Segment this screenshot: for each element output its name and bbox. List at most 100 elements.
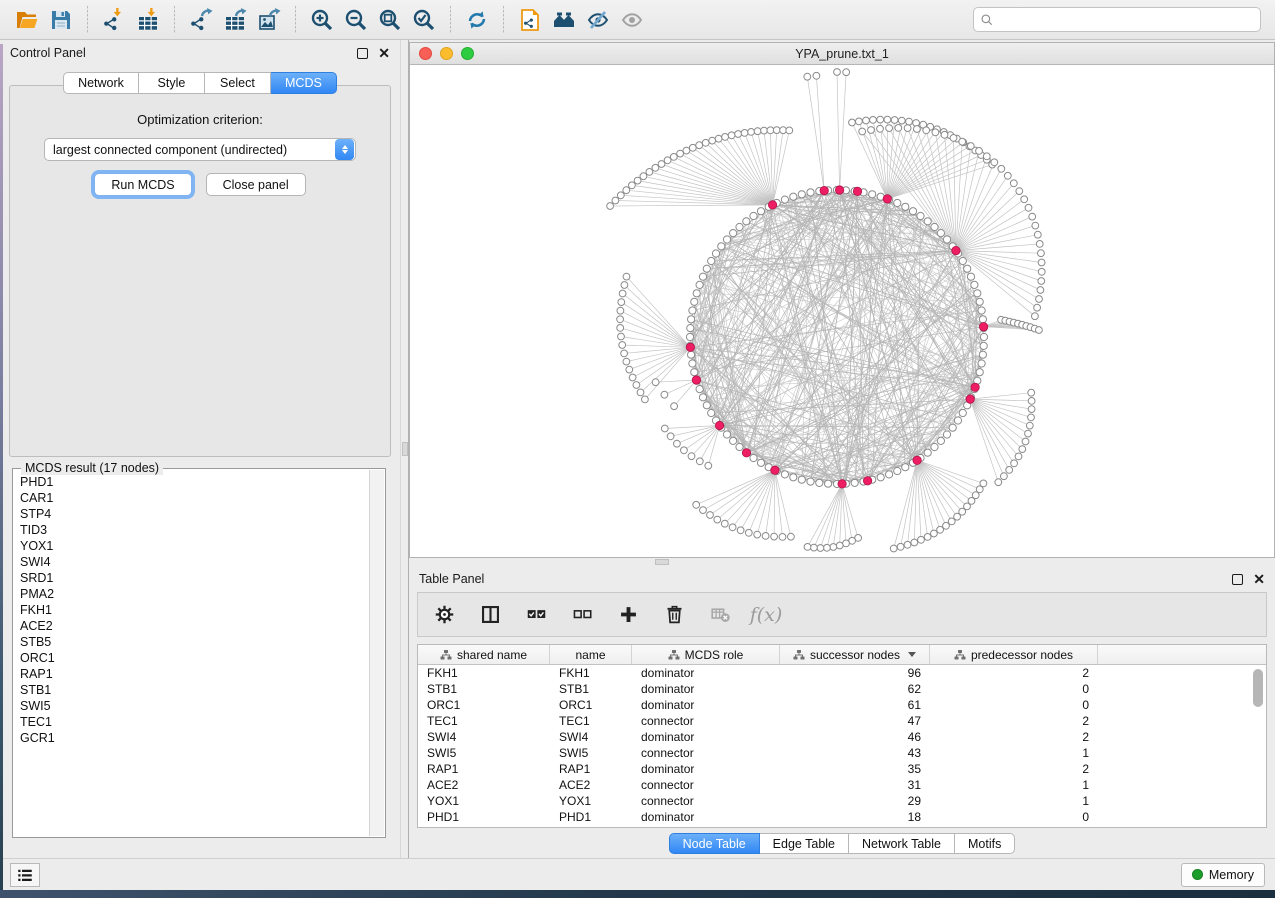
network-from-selection-button[interactable] [513,4,547,36]
mcds-result-list[interactable]: PHD1CAR1STP4TID3YOX1SWI4SRD1PMA2FKH1ACE2… [14,470,369,836]
table-row-TEC1[interactable]: TEC1TEC1connector472 [418,713,1266,729]
export-network-icon [189,8,213,32]
cell-successor_nodes: 62 [780,681,930,697]
export-image-button[interactable] [252,4,286,36]
show-all-button[interactable] [615,4,649,36]
column-header-shared-name[interactable]: shared name [418,645,550,664]
cell-successor_nodes: 31 [780,777,930,793]
cell-successor_nodes: 96 [780,665,930,681]
network-window-title: YPA_prune.txt_1 [795,47,889,61]
float-panel-icon[interactable] [1232,574,1243,585]
deselect-all-rows-button[interactable] [570,603,594,627]
splitter-grip[interactable] [655,559,669,565]
tab-network-table[interactable]: Network Table [849,833,955,854]
column-header-predecessor-nodes[interactable]: predecessor nodes [930,645,1098,664]
tab-style[interactable]: Style [139,72,205,94]
table-row-RAP1[interactable]: RAP1RAP1dominator352 [418,761,1266,777]
table-row-PHD1[interactable]: PHD1PHD1dominator180 [418,809,1266,825]
apply-layout-button[interactable] [460,4,494,36]
select-all-rows-button[interactable] [524,603,548,627]
result-node: SWI4 [20,554,369,570]
first-neighbors-button[interactable] [547,4,581,36]
show-columns-button[interactable] [478,603,502,627]
deselect-all-icon [572,604,593,625]
tab-motifs[interactable]: Motifs [955,833,1015,854]
cell-successor_nodes: 47 [780,713,930,729]
desktop-wallpaper-strip [0,44,3,890]
toolbar-separator [295,6,296,34]
result-node: STB5 [20,634,369,650]
run-mcds-button[interactable]: Run MCDS [94,173,191,196]
column-header-MCDS-role[interactable]: MCDS role [632,645,780,664]
search-input[interactable] [994,8,1254,31]
cell-successor_nodes: 29 [780,793,930,809]
tab-edge-table[interactable]: Edge Table [760,833,849,854]
close-panel-icon[interactable]: ✕ [378,48,390,59]
horizontal-splitter[interactable] [409,558,1275,566]
import-table-button[interactable] [131,4,165,36]
table-panel-title: Table Panel [419,572,484,586]
close-window-icon[interactable] [419,47,432,60]
result-node: ORC1 [20,650,369,666]
table-body: FKH1FKH1dominator962STB1STB1dominator620… [418,665,1266,825]
zoom-out-button[interactable] [339,4,373,36]
eye-icon [620,8,644,32]
close-panel-icon[interactable]: ✕ [1253,574,1265,585]
add-column-button[interactable] [616,603,640,627]
import-network-button[interactable] [97,4,131,36]
cell-name: RAP1 [550,761,632,777]
cell-mcds_role: dominator [632,665,780,681]
table-settings-button[interactable] [432,603,456,627]
tab-select[interactable]: Select [205,72,271,94]
table-row-ORC1[interactable]: ORC1ORC1dominator610 [418,697,1266,713]
network-canvas[interactable] [410,65,1274,557]
memory-label: Memory [1209,868,1254,882]
binoculars-icon [552,8,576,32]
result-scrollbar[interactable] [369,470,384,836]
memory-button[interactable]: Memory [1181,863,1265,887]
hide-selected-button[interactable] [581,4,615,36]
cell-shared_name: YOX1 [418,793,550,809]
export-table-button[interactable] [218,4,252,36]
open-session-button[interactable] [10,4,44,36]
vertical-splitter[interactable] [400,40,409,858]
minimize-window-icon[interactable] [440,47,453,60]
zoom-fit-button[interactable] [373,4,407,36]
window-controls [419,47,474,60]
result-node: PMA2 [20,586,369,602]
tab-mcds[interactable]: MCDS [271,72,337,94]
export-network-button[interactable] [184,4,218,36]
table-row-ACE2[interactable]: ACE2ACE2connector311 [418,777,1266,793]
list-icon [16,866,34,884]
splitter-grip[interactable] [402,442,408,456]
search-icon [980,13,994,27]
column-header-name[interactable]: name [550,645,632,664]
table-row-SWI4[interactable]: SWI4SWI4dominator462 [418,729,1266,745]
save-session-button[interactable] [44,4,78,36]
float-panel-icon[interactable] [357,48,368,59]
cell-mcds_role: connector [632,793,780,809]
cell-name: YOX1 [550,793,632,809]
scrollbar-thumb[interactable] [1253,669,1263,707]
network-graph[interactable] [410,65,1274,557]
zoom-in-icon [310,8,334,32]
table-row-FKH1[interactable]: FKH1FKH1dominator962 [418,665,1266,681]
maximize-window-icon[interactable] [461,47,474,60]
zoom-selected-button[interactable] [407,4,441,36]
task-history-button[interactable] [10,863,40,887]
cell-name: SWI4 [550,729,632,745]
table-tabs: Node TableEdge TableNetwork TableMotifs [409,828,1275,858]
tab-node-table[interactable]: Node Table [669,833,760,854]
column-header-successor-nodes[interactable]: successor nodes [780,645,930,664]
table-row-SWI5[interactable]: SWI5SWI5connector431 [418,745,1266,761]
zoom-in-button[interactable] [305,4,339,36]
table-scrollbar[interactable] [1251,667,1265,825]
table-row-STB1[interactable]: STB1STB1dominator620 [418,681,1266,697]
close-panel-button[interactable]: Close panel [206,173,306,196]
cell-mcds_role: dominator [632,681,780,697]
table-row-YOX1[interactable]: YOX1YOX1connector291 [418,793,1266,809]
optimization-criterion-dropdown[interactable]: largest connected component (undirected) [44,138,356,161]
cell-predecessor_nodes: 0 [930,697,1098,713]
tab-network[interactable]: Network [63,72,139,94]
delete-column-button[interactable] [662,603,686,627]
